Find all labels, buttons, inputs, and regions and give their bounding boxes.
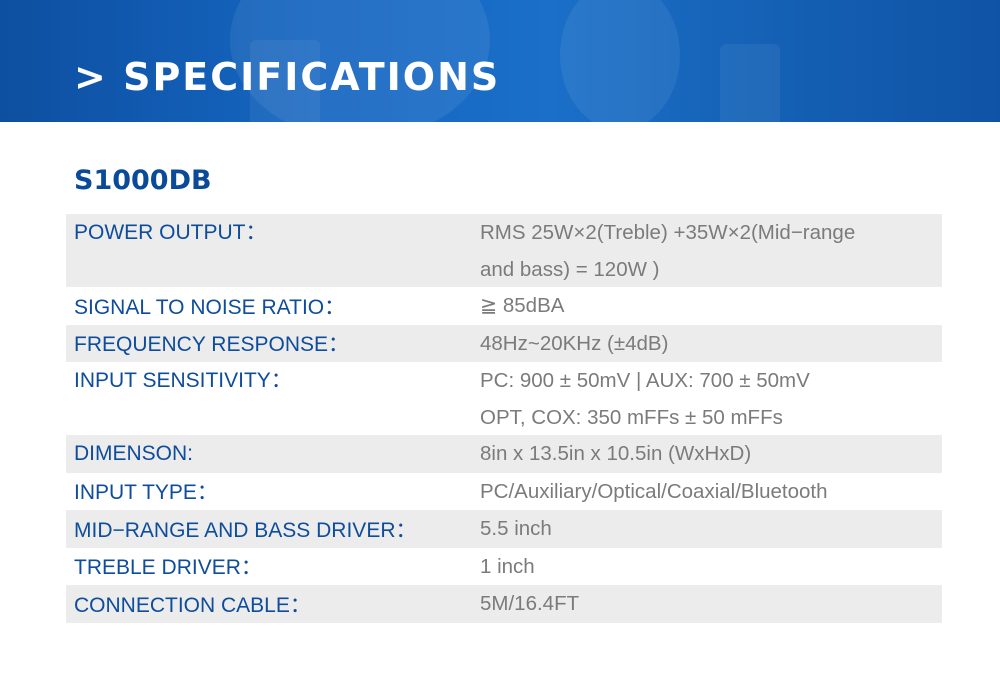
spec-row-connection-cable: CONNECTION CABLE： 5M/16.4FT: [66, 585, 942, 623]
spec-label: POWER OUTPUT：: [74, 221, 267, 244]
spec-row-input-sensitivity: INPUT SENSITIVITY： PC: 900 ± 50mV | AUX:…: [66, 362, 942, 435]
spec-value: 5M/16.4FT: [480, 592, 580, 616]
spec-value: RMS 25W×2(Treble) +35W×2(Mid−range and b…: [472, 214, 942, 288]
spec-row-power-output: POWER OUTPUT： RMS 25W×2(Treble) +35W×2(M…: [66, 214, 942, 287]
spec-row-dimension: DIMENSON: 8in x 13.5in x 10.5in (WxHxD): [66, 435, 942, 473]
spec-label: SIGNAL TO NOISE RATIO：: [74, 295, 346, 319]
header-banner: > SPECIFICATIONS: [0, 0, 1000, 122]
spec-value: ≧ 85dBA: [480, 294, 565, 318]
model-name: S1000DB: [74, 165, 212, 196]
spec-label: INPUT TYPE：: [74, 481, 218, 505]
spec-value: PC: 900 ± 50mV | AUX: 700 ± 50mV OPT, CO…: [472, 362, 942, 436]
spec-label: FREQUENCY RESPONSE：: [74, 333, 349, 357]
spec-row-mid-range-driver: MID−RANGE AND BASS DRIVER： 5.5 inch: [66, 510, 942, 548]
spec-table: POWER OUTPUT： RMS 25W×2(Treble) +35W×2(M…: [66, 214, 942, 623]
spec-value: 8in x 13.5in x 10.5in (WxHxD): [480, 442, 752, 466]
page-title: > SPECIFICATIONS: [74, 55, 501, 99]
spec-label: CONNECTION CABLE：: [74, 593, 311, 617]
spec-row-signal-to-noise: SIGNAL TO NOISE RATIO： ≧ 85dBA: [66, 287, 942, 325]
spec-label: TREBLE DRIVER：: [74, 556, 262, 580]
spec-row-input-type: INPUT TYPE： PC/Auxiliary/Optical/Coaxial…: [66, 473, 942, 511]
spec-row-frequency-response: FREQUENCY RESPONSE： 48Hz~20KHz (±4dB): [66, 324, 942, 362]
spec-value-line: RMS 25W×2(Treble) +35W×2(Mid−range: [480, 221, 856, 244]
spec-label: MID−RANGE AND BASS DRIVER：: [74, 518, 417, 542]
spec-value: 5.5 inch: [480, 517, 552, 541]
spec-row-treble-driver: TREBLE DRIVER： 1 inch: [66, 548, 942, 586]
spec-value-line: and bass) = 120W ): [480, 258, 660, 281]
spec-value: 1 inch: [480, 554, 535, 578]
spec-value-line: OPT, COX: 350 mFFs ± 50 mFFs: [480, 406, 783, 429]
banner-background-speaker: [720, 44, 780, 122]
banner-background-decor: [560, 0, 680, 122]
spec-label: INPUT SENSITIVITY：: [74, 369, 292, 392]
spec-label: DIMENSON:: [74, 441, 194, 465]
spec-value-line: PC: 900 ± 50mV | AUX: 700 ± 50mV: [480, 369, 810, 392]
spec-value: 48Hz~20KHz (±4dB): [480, 331, 669, 355]
spec-value: PC/Auxiliary/Optical/Coaxial/Bluetooth: [480, 479, 828, 503]
